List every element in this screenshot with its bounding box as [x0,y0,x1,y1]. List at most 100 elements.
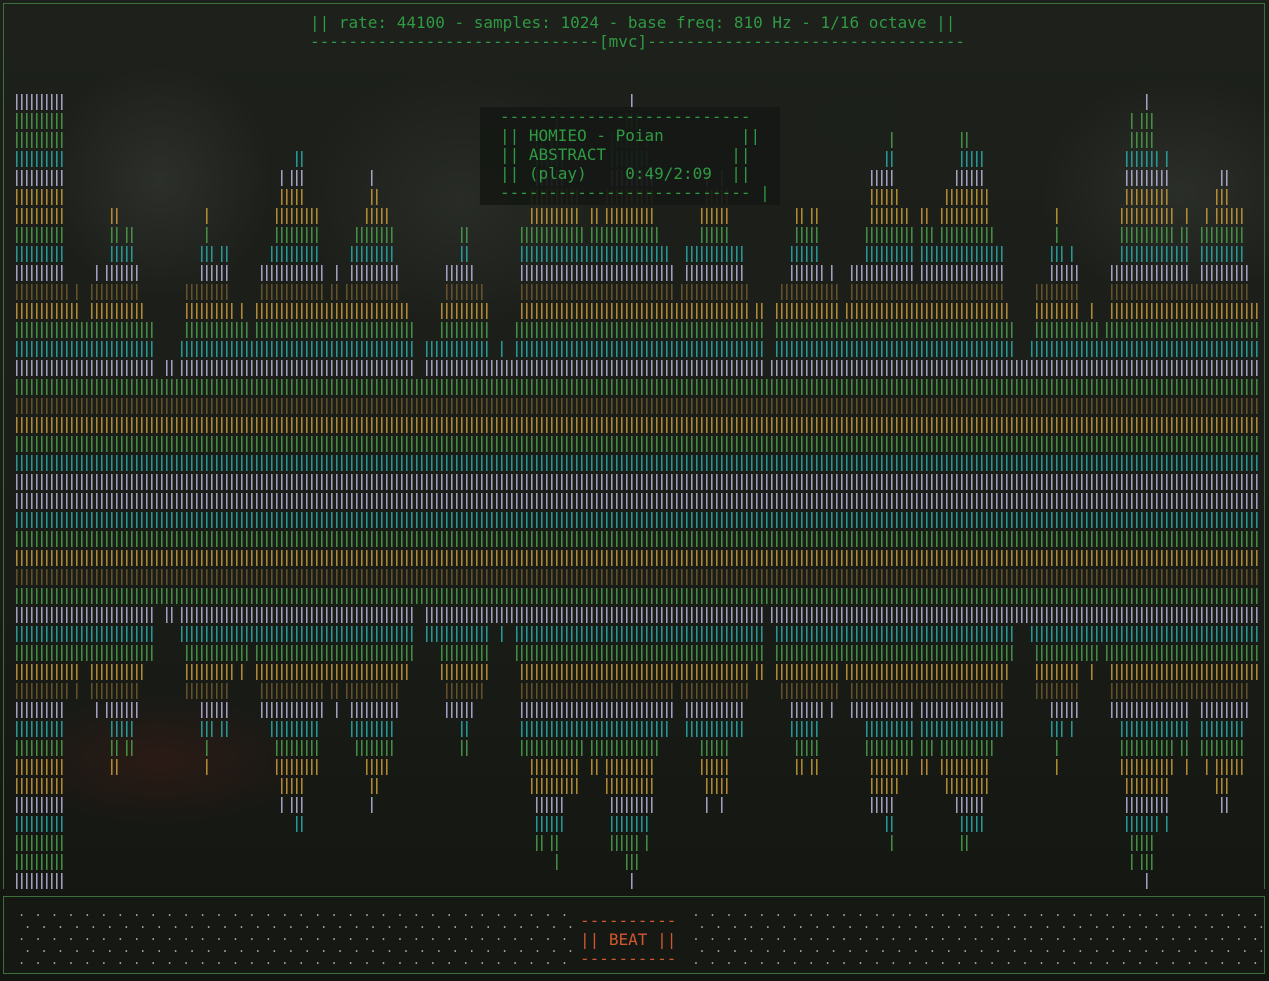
spectrum-bar-segment: | [367,794,377,813]
spectrum-bar-segment: | [207,243,217,262]
spectrum-bar-segment: | [387,737,397,756]
spectrum-bar-segment: | [667,699,677,718]
spectrum-bar-segment: | [817,699,827,718]
spectrum-bar-segment: | [202,224,212,243]
spectrum-bar-segment: | [827,262,837,281]
spectrum-bar-segment: | [312,243,322,262]
spectrum-bar-segment: | [552,832,562,851]
spectrum-bar-segment: | [577,224,587,243]
spectrum-bar-segment: | [222,262,232,281]
spectrum-bar-segment: | [722,737,732,756]
spectrum-bar-segment: | [222,680,232,699]
spectrum-bar-segment: | [57,813,67,832]
spectrum-bar-segment: | [392,680,402,699]
spectrum-bar-segment: | [332,262,342,281]
spectrum-bar-segment: | [887,832,897,851]
spectrum-bar-segment: | [902,756,912,775]
spectrum-bar-segment: | [892,186,902,205]
spectrum-bar-segment: | [382,756,392,775]
spectrum-bar-segment: | [722,224,732,243]
spectrum-bar-segment: | [57,699,67,718]
spectrum-bar-segment: | [297,775,307,794]
spectrum-bar-segment: | [737,243,747,262]
spectrum-bar-segment: | [812,205,822,224]
spectrum-bar-segment: | [577,737,587,756]
spectrum-bar-segment: | [57,794,67,813]
spectrum-bar-segment: | [462,737,472,756]
spectrum-bar-segment: | [332,680,342,699]
spectrum-bar-segment: | [592,205,602,224]
spectrum-bar-segment: | [367,167,377,186]
spectrum-bar-segment: | [662,718,672,737]
spectrum-bar-segment: | [742,661,752,680]
spectrum-bar-segment: | [907,243,917,262]
spectrum-bar-segment: | [592,756,602,775]
spectrum-bar-segment: | [407,338,417,357]
spectrum-bar-segment: | [757,338,767,357]
spectrum-bar-segment: | [482,661,492,680]
spectrum-bar-segment: | [667,680,677,699]
spectrum-bar-segment: | [57,224,67,243]
spectrum-bar-segment: | [372,186,382,205]
spectrum-bar-segment: | [462,224,472,243]
spectrum-bar-segment: | [402,661,412,680]
spectrum-bar-segment: | [72,300,82,319]
spectrum-bar-segment: | [557,813,567,832]
spectrum-bar-segment: | [797,756,807,775]
spectrum-bar-segment: | [147,338,157,357]
spectrum-bar-segment: | [62,281,72,300]
spectrum-bar-segment: | [647,205,657,224]
spectrum-bar-segment: | [717,794,727,813]
spectrum-bar-segment: | [757,319,767,338]
spectrum-bar-segment: | [922,756,932,775]
spectrum-bar-segment: | [722,756,732,775]
spectrum-bar-segment: | [57,167,67,186]
spectrum-bar-segment: | [237,300,247,319]
spectrum-bar-segment: | [222,281,232,300]
spectrum-bar-segment: | [127,243,137,262]
spectrum-bar-segment: | [132,699,142,718]
spectrum-bar-segment: | [297,794,307,813]
spectrum-bar-segment: | [317,699,327,718]
spectrum-bar-segment: | [372,775,382,794]
spectrum-bar-segment: | [297,167,307,186]
spectrum-bar-segment: | [242,319,252,338]
spectrum-bar-segment: | [317,281,327,300]
spectrum-bar-segment: | [227,661,237,680]
spectrum-bar-segment: | [242,642,252,661]
spectrum-bar-segment: | [482,642,492,661]
spectrum-bar-segment: | [647,756,657,775]
spectrum-bar-segment: | [832,300,842,319]
spectrum-bar-segment: | [642,832,652,851]
spectrum-bar-segment: | [312,718,322,737]
spectrum-bar-segment: | [392,699,402,718]
spectrum-bar-segment: | [832,281,842,300]
spectrum-bar-segment: | [477,680,487,699]
spectrum-bar-segment: | [907,224,917,243]
spectrum-bar-segment: | [57,91,67,110]
spectrum-bar-segment: | [382,205,392,224]
spectrum-bar-segment: | [462,243,472,262]
spectrum-bar-segment: | [317,680,327,699]
spectrum-bar-segment: | [312,224,322,243]
spectrum-bar-segment: | [482,338,492,357]
spectrum-bar-segment: | [497,623,507,642]
spectrum-bar-segment: | [482,623,492,642]
spectrum-bar-segment: | [72,281,82,300]
spectrum-bar-segment: | [332,699,342,718]
spectrum-bar-segment: | [277,167,287,186]
spectrum-bar-segment: | [147,604,157,623]
spectrum-bar-segment: | [112,224,122,243]
spectrum-bar-segment: | [277,794,287,813]
spectrum-bar-segment: | [312,756,322,775]
spectrum-bar-segment: | [127,737,137,756]
spectrum-bar-segment: | [632,832,642,851]
spectrum-bar-segment: | [722,205,732,224]
spectrum-bar-segment: | [62,680,72,699]
spectrum-bar-segment: | [387,718,397,737]
spectrum-bar-segment: | [737,699,747,718]
spectrum-bar-segment: | [742,281,752,300]
spectrum-bar-segment: | [57,205,67,224]
spectrum-bar-segment: | [392,281,402,300]
spectrum-bar-segment: | [57,129,67,148]
